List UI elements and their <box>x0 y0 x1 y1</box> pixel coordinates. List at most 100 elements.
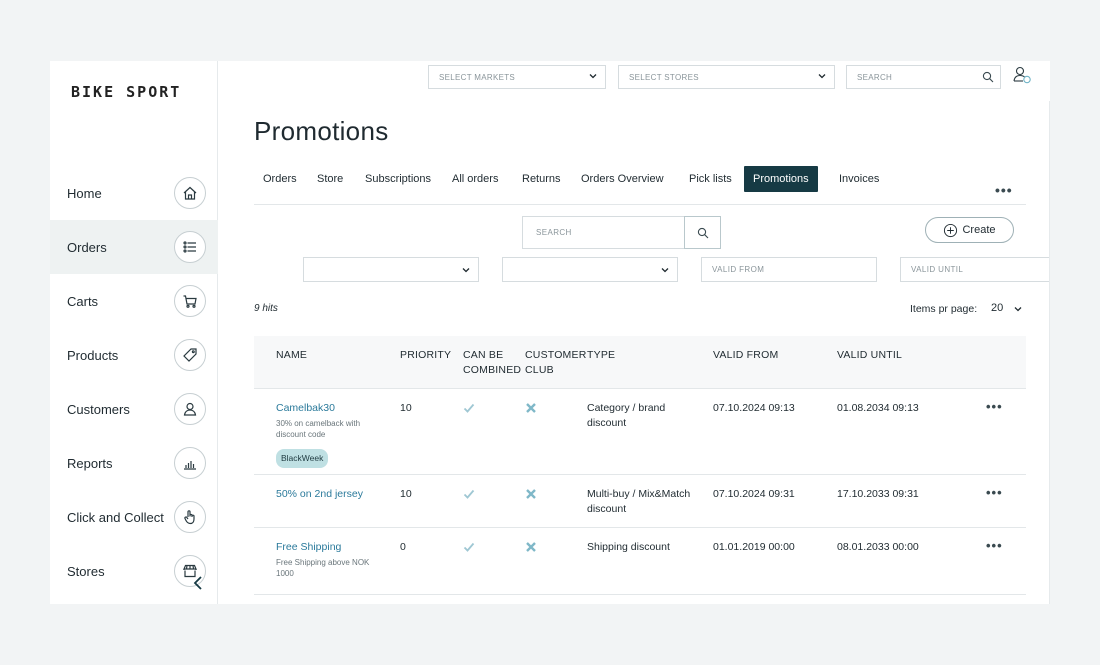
brand-logo[interactable]: BIKE SPORT <box>71 83 181 101</box>
column-header-name[interactable]: NAME <box>276 348 307 363</box>
user-profile-icon[interactable] <box>1012 65 1032 85</box>
column-header-line: CLUB <box>525 364 554 376</box>
bar-chart-icon <box>174 447 206 479</box>
promotion-name-cell: 50% on 2nd jersey <box>276 487 386 502</box>
column-header-line: COMBINED <box>463 364 522 376</box>
sidebar-item-label: Stores <box>67 563 105 579</box>
chevron-down-icon <box>818 74 826 79</box>
create-button[interactable]: Create <box>925 217 1014 243</box>
table-row[interactable]: Camelbak30 30% on camelback with discoun… <box>254 389 1026 475</box>
promotion-badge: BlackWeek <box>276 449 329 468</box>
sidebar-item-label: Click and Collect <box>67 509 164 525</box>
tab-orders[interactable]: Orders <box>254 166 306 192</box>
search-button[interactable] <box>684 216 721 249</box>
promotion-name-link[interactable]: Free Shipping <box>276 540 376 555</box>
row-actions-button[interactable]: ••• <box>986 399 1003 414</box>
row-actions-button[interactable]: ••• <box>986 538 1003 553</box>
promotion-description: 30% on camelback with discount code <box>276 419 361 439</box>
column-header-type[interactable]: TYPE <box>587 348 615 363</box>
tab-subscriptions[interactable]: Subscriptions <box>356 166 440 192</box>
priority-cell: 0 <box>400 541 406 553</box>
stores-select-placeholder: SELECT STORES <box>629 72 699 82</box>
promotion-search-input[interactable]: SEARCH <box>522 216 721 249</box>
markets-select-placeholder: SELECT MARKETS <box>439 72 516 82</box>
sidebar-item-reports[interactable]: Reports <box>50 436 218 490</box>
list-icon <box>174 231 206 263</box>
column-header-priority[interactable]: PRIORITY <box>400 348 451 363</box>
tab-orders-overview[interactable]: Orders Overview <box>572 166 673 192</box>
sidebar: BIKE SPORT Home Orders Carts Products Cu… <box>50 61 218 604</box>
markets-select[interactable]: SELECT MARKETS <box>428 65 606 89</box>
valid-from-cell: 01.01.2019 00:00 <box>713 541 795 553</box>
sidebar-item-products[interactable]: Products <box>50 328 218 382</box>
hand-pointer-icon <box>174 501 206 533</box>
home-icon <box>174 177 206 209</box>
tab-returns[interactable]: Returns <box>513 166 570 192</box>
valid-from-cell: 07.10.2024 09:31 <box>713 488 795 500</box>
items-per-page-value[interactable]: 20 <box>991 302 1003 314</box>
promotion-name-link[interactable]: Camelbak30 <box>276 401 386 416</box>
items-per-page[interactable]: Items pr page: 20 <box>910 302 1022 315</box>
chevron-down-icon <box>462 268 470 273</box>
plus-circle-icon <box>944 223 958 237</box>
column-header-customer-club[interactable]: CUSTOMER CLUB <box>525 348 587 378</box>
tab-promotions[interactable]: Promotions <box>744 166 818 192</box>
valid-until-input[interactable]: VALID UNTIL <box>900 257 1050 282</box>
global-search-placeholder: SEARCH <box>857 72 893 82</box>
content-divider <box>1049 101 1050 604</box>
valid-until-placeholder: VALID UNTIL <box>911 265 964 274</box>
sidebar-item-orders[interactable]: Orders <box>50 220 218 274</box>
tab-all-orders[interactable]: All orders <box>443 166 507 192</box>
type-cell: Category / brand discount <box>587 402 666 429</box>
tab-store[interactable]: Store <box>308 166 352 192</box>
sidebar-item-customers[interactable]: Customers <box>50 382 218 436</box>
check-icon <box>463 541 475 558</box>
tab-bar: Orders Store Subscriptions All orders Re… <box>254 165 1026 205</box>
main-content: SELECT MARKETS SELECT STORES SEARCH Prom… <box>218 61 1050 604</box>
sidebar-item-label: Home <box>67 185 102 201</box>
cross-icon <box>525 402 537 419</box>
search-placeholder: SEARCH <box>536 228 572 237</box>
page-title: Promotions <box>254 116 389 146</box>
table-header: NAME PRIORITY CAN BE COMBINED CUSTOMER C… <box>254 336 1026 389</box>
sidebar-item-label: Carts <box>67 293 99 309</box>
tab-invoices[interactable]: Invoices <box>830 166 888 192</box>
collapse-sidebar-icon[interactable] <box>191 575 205 591</box>
table-row[interactable]: Free Shipping Free Shipping above NOK 10… <box>254 528 1026 595</box>
sidebar-item-click-and-collect[interactable]: Click and Collect <box>50 490 218 544</box>
search-icon[interactable] <box>982 71 994 83</box>
valid-from-input[interactable]: VALID FROM <box>701 257 877 282</box>
sidebar-item-label: Reports <box>67 455 113 471</box>
column-header-valid-from[interactable]: VALID FROM <box>713 348 778 363</box>
table-row[interactable]: 50% on 2nd jersey 10 Multi-buy / Mix&Mat… <box>254 475 1026 528</box>
promotions-table: NAME PRIORITY CAN BE COMBINED CUSTOMER C… <box>254 336 1026 595</box>
column-header-valid-until[interactable]: VALID UNTIL <box>837 348 902 363</box>
hits-count: 9 hits <box>254 303 278 314</box>
promotion-name-link[interactable]: 50% on 2nd jersey <box>276 487 386 502</box>
valid-until-cell: 01.08.2034 09:13 <box>837 402 919 414</box>
app-window: BIKE SPORT Home Orders Carts Products Cu… <box>50 61 1050 604</box>
more-tabs-button[interactable]: ••• <box>995 182 1013 198</box>
filter-select-1[interactable] <box>303 257 479 282</box>
type-cell: Multi-buy / Mix&Match discount <box>587 488 691 515</box>
promotion-name-cell: Camelbak30 30% on camelback with discoun… <box>276 401 386 468</box>
sidebar-item-label: Orders <box>67 239 107 255</box>
filter-select-2[interactable] <box>502 257 678 282</box>
global-search-input[interactable]: SEARCH <box>846 65 1001 89</box>
row-actions-button[interactable]: ••• <box>986 485 1003 500</box>
search-icon <box>697 227 708 238</box>
chevron-down-icon[interactable] <box>1014 305 1022 313</box>
cart-icon <box>174 285 206 317</box>
create-button-label: Create <box>962 224 996 236</box>
priority-cell: 10 <box>400 488 412 500</box>
valid-from-placeholder: VALID FROM <box>712 265 765 274</box>
sidebar-item-home[interactable]: Home <box>50 166 218 220</box>
check-icon <box>463 488 475 505</box>
sidebar-item-carts[interactable]: Carts <box>50 274 218 328</box>
tag-icon <box>174 339 206 371</box>
column-header-line: CAN BE <box>463 349 504 361</box>
column-header-can-be-combined[interactable]: CAN BE COMBINED <box>463 348 521 378</box>
tab-pick-lists[interactable]: Pick lists <box>680 166 741 192</box>
sidebar-item-label: Products <box>67 347 119 363</box>
stores-select[interactable]: SELECT STORES <box>618 65 835 89</box>
